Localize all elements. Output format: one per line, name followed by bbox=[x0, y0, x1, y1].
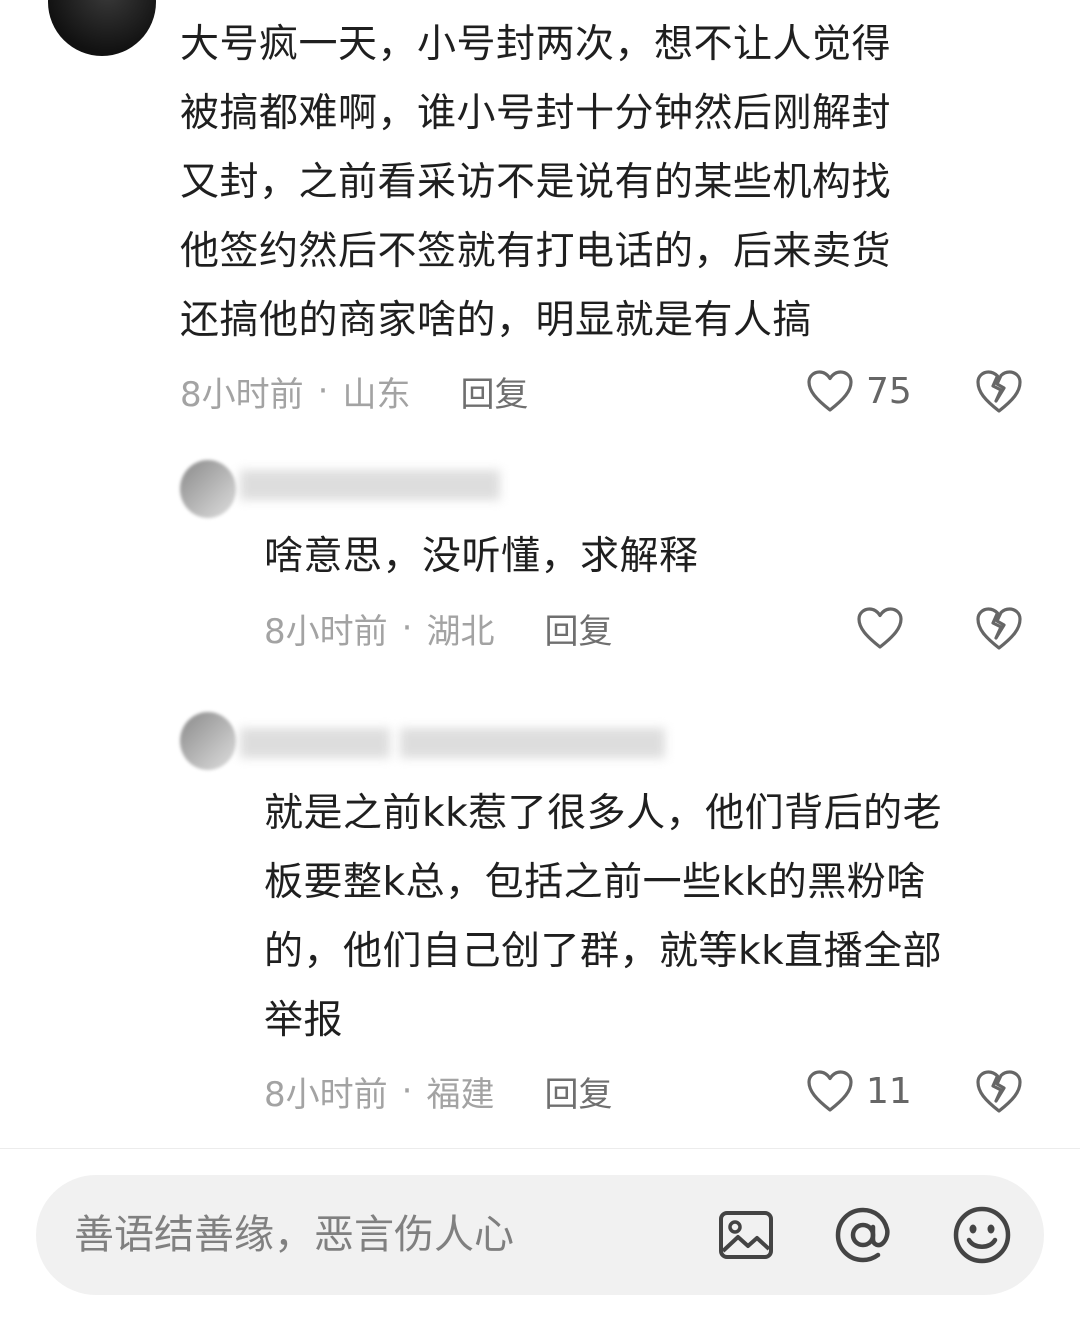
meta-separator: · bbox=[401, 608, 413, 648]
reply-button[interactable]: 回复 bbox=[460, 367, 528, 416]
heart-outline-icon bbox=[857, 607, 903, 649]
heart-outline-icon bbox=[807, 370, 853, 412]
comment-text: 啥意思，没听懂，求解释 bbox=[264, 534, 699, 579]
comment-location: 山东 bbox=[342, 374, 411, 415]
username-blurred bbox=[240, 728, 390, 758]
like-button[interactable]: 11 bbox=[806, 1067, 912, 1115]
smiley-icon[interactable] bbox=[952, 1205, 1012, 1265]
comment-meta: 8小时前 · 山东 回复 bbox=[180, 367, 528, 415]
comment-input-bar[interactable]: 善语结善缘，恶言伤人心 bbox=[36, 1175, 1044, 1295]
avatar[interactable] bbox=[48, 0, 156, 56]
comment-time: 8小时前 bbox=[264, 1074, 388, 1115]
comment-location: 福建 bbox=[426, 1074, 495, 1115]
comment-text: 就是之前kk惹了很多人，他们背后的老 板要整k总，包括之前一些kk的黑粉啥 的，… bbox=[264, 791, 943, 1043]
comment-location: 湖北 bbox=[426, 611, 495, 652]
comment-meta: 8小时前 · 福建 回复 bbox=[264, 1067, 612, 1115]
comment-input[interactable]: 善语结善缘，恶言伤人心 bbox=[74, 1175, 514, 1295]
comment-meta: 8小时前 · 湖北 回复 bbox=[264, 604, 612, 652]
broken-heart-icon[interactable] bbox=[975, 1068, 1023, 1114]
comment-text: 大号疯一天，小号封两次，想不让人觉得 被搞都难啊，谁小号封十分钟然后刚解封 又封… bbox=[180, 22, 892, 343]
broken-heart-icon[interactable] bbox=[975, 605, 1023, 651]
comment-time: 8小时前 bbox=[180, 374, 304, 415]
like-count: 75 bbox=[866, 370, 912, 412]
comment-time: 8小时前 bbox=[264, 611, 388, 652]
image-icon[interactable] bbox=[716, 1205, 776, 1265]
meta-separator: · bbox=[317, 371, 329, 411]
like-count: 11 bbox=[866, 1070, 912, 1112]
reply-button[interactable]: 回复 bbox=[544, 1067, 612, 1116]
reply-button[interactable]: 回复 bbox=[544, 604, 612, 653]
avatar[interactable] bbox=[180, 712, 236, 770]
at-icon[interactable] bbox=[833, 1205, 893, 1265]
avatar[interactable] bbox=[180, 460, 236, 518]
meta-separator: · bbox=[401, 1071, 413, 1111]
username-blurred bbox=[240, 470, 500, 500]
like-button[interactable]: 75 bbox=[806, 367, 912, 415]
broken-heart-icon[interactable] bbox=[975, 368, 1023, 414]
like-button[interactable] bbox=[856, 604, 904, 652]
divider bbox=[0, 1148, 1080, 1149]
reply-target-blurred bbox=[400, 728, 665, 758]
heart-outline-icon bbox=[807, 1070, 853, 1112]
